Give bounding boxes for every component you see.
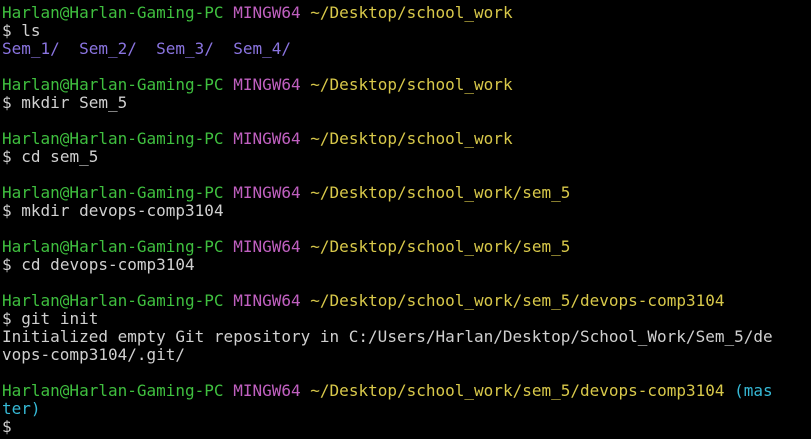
command-text: mkdir devops-comp3104 <box>21 201 224 220</box>
prompt-dollar: $ <box>2 255 12 274</box>
prompt-line: Harlan@Harlan-Gaming-PC MINGW64 ~/Deskto… <box>2 130 811 148</box>
prompt-user: Harlan@Harlan-Gaming-PC <box>2 183 224 202</box>
command-line: $ git init <box>2 310 811 328</box>
prompt-user: Harlan@Harlan-Gaming-PC <box>2 129 224 148</box>
prompt-dollar: $ <box>2 201 12 220</box>
prompt-dollar: $ <box>2 417 12 436</box>
prompt-path: ~/Desktop/school_work/sem_5/devops-comp3… <box>310 291 725 310</box>
prompt-shell: MINGW64 <box>233 237 301 256</box>
prompt-shell: MINGW64 <box>233 75 301 94</box>
prompt-line: Harlan@Harlan-Gaming-PC MINGW64 ~/Deskto… <box>2 184 811 202</box>
prompt-shell: MINGW64 <box>233 381 301 400</box>
prompt-dollar: $ <box>2 93 12 112</box>
prompt-shell: MINGW64 <box>233 183 301 202</box>
prompt-dollar: $ <box>2 147 12 166</box>
command-text: ls <box>21 21 41 40</box>
git-branch: (mas <box>734 381 773 400</box>
prompt-user: Harlan@Harlan-Gaming-PC <box>2 291 224 310</box>
prompt-path: ~/Desktop/school_work <box>310 3 513 22</box>
dir-entry: Sem_2/ <box>79 39 137 58</box>
prompt-path: ~/Desktop/school_work <box>310 129 513 148</box>
prompt-line: Harlan@Harlan-Gaming-PC MINGW64 ~/Deskto… <box>2 76 811 94</box>
prompt-user: Harlan@Harlan-Gaming-PC <box>2 3 224 22</box>
prompt-user: Harlan@Harlan-Gaming-PC <box>2 381 224 400</box>
dir-entry: Sem_1/ <box>2 39 60 58</box>
dir-entry: Sem_4/ <box>233 39 291 58</box>
terminal-window[interactable]: Harlan@Harlan-Gaming-PC MINGW64 ~/Deskto… <box>0 0 811 439</box>
command-text: mkdir Sem_5 <box>21 93 128 112</box>
command-line: $ cd devops-comp3104 <box>2 256 811 274</box>
prompt-dollar: $ <box>2 309 12 328</box>
prompt-dollar: $ <box>2 21 12 40</box>
prompt-line: Harlan@Harlan-Gaming-PC MINGW64 ~/Deskto… <box>2 382 811 400</box>
command-line: $ mkdir Sem_5 <box>2 94 811 112</box>
command-text: cd devops-comp3104 <box>21 255 195 274</box>
command-output: vops-comp3104/.git/ <box>2 345 186 364</box>
ls-output: Sem_1/ Sem_2/ Sem_3/ Sem_4/ <box>2 40 811 58</box>
prompt-line: Harlan@Harlan-Gaming-PC MINGW64 ~/Deskto… <box>2 238 811 256</box>
prompt-shell: MINGW64 <box>233 129 301 148</box>
command-line: $ ls <box>2 22 811 40</box>
prompt-user: Harlan@Harlan-Gaming-PC <box>2 75 224 94</box>
command-text: git init <box>21 309 99 328</box>
prompt-shell: MINGW64 <box>233 291 301 310</box>
prompt-path: ~/Desktop/school_work <box>310 75 513 94</box>
prompt-path: ~/Desktop/school_work/sem_5 <box>310 183 571 202</box>
prompt-shell: MINGW64 <box>233 3 301 22</box>
command-line: $ mkdir devops-comp3104 <box>2 202 811 220</box>
command-text: cd sem_5 <box>21 147 99 166</box>
dir-entry: Sem_3/ <box>156 39 214 58</box>
git-branch-wrap: ter) <box>2 399 41 418</box>
prompt-path: ~/Desktop/school_work/sem_5/devops-comp3… <box>310 381 725 400</box>
command-line: $ cd sem_5 <box>2 148 811 166</box>
prompt-path: ~/Desktop/school_work/sem_5 <box>310 237 571 256</box>
prompt-line: Harlan@Harlan-Gaming-PC MINGW64 ~/Deskto… <box>2 292 811 310</box>
prompt-user: Harlan@Harlan-Gaming-PC <box>2 237 224 256</box>
active-prompt-line[interactable]: $ <box>2 418 811 436</box>
prompt-line: Harlan@Harlan-Gaming-PC MINGW64 ~/Deskto… <box>2 4 811 22</box>
command-output: Initialized empty Git repository in C:/U… <box>2 327 773 346</box>
